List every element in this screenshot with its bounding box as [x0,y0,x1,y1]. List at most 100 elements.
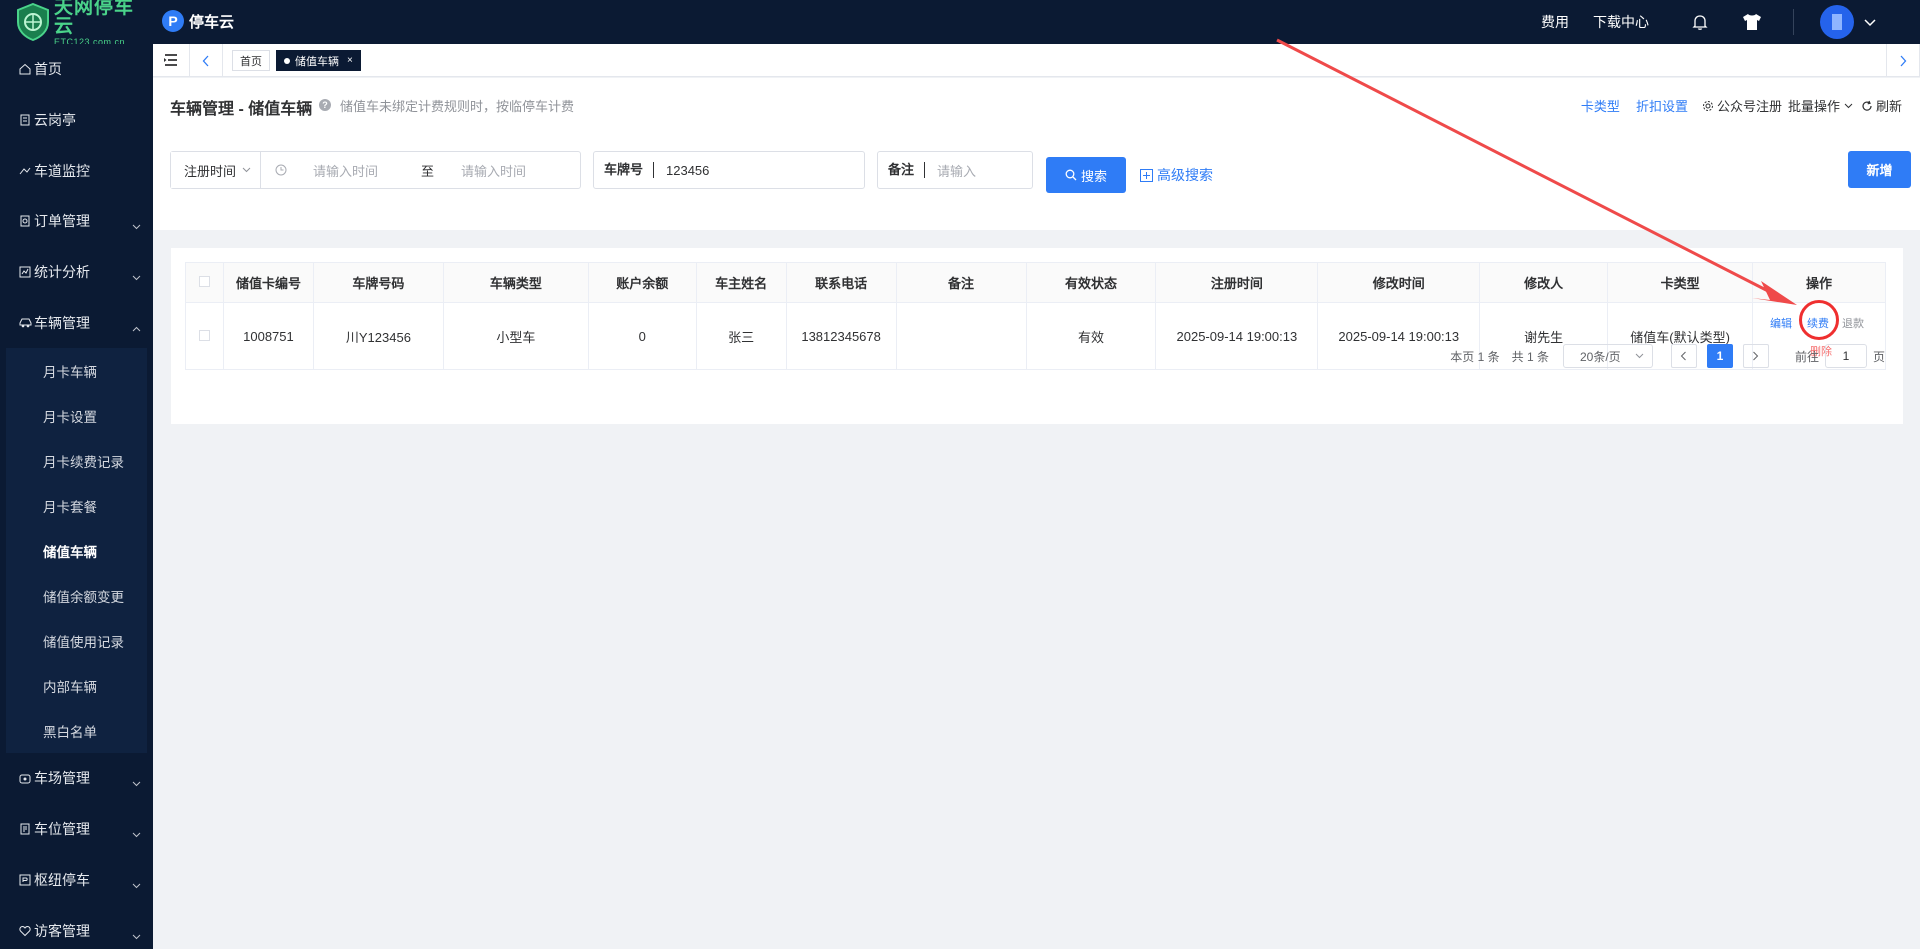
add-button[interactable]: 新增 [1848,151,1911,188]
sidebar-item-label: 枢纽停车 [34,871,90,888]
batch-operations-dropdown[interactable]: 批量操作 [1788,96,1853,115]
active-dot-icon [284,57,290,64]
edit-button[interactable]: 编辑 [1770,315,1792,331]
clock-icon [275,164,287,176]
pagination: 本页 1 条 共 1 条 20条/页 1 前往 1 页 [1450,344,1885,368]
col-status: 有效状态 [1025,262,1157,303]
col-remark: 备注 [895,262,1027,303]
top-bar: 天网停车云 ETC123.com.cn P 停车云 费用 下载中心 [0,0,1920,46]
sidebar-item-label: 车道监控 [34,162,90,179]
brand[interactable]: P 停车云 [162,10,234,32]
sidebar-item-orders[interactable]: 订单管理 [0,196,153,247]
sidebar-item-label: 订单管理 [34,213,90,230]
page-title: 车辆管理 - 储值车辆 [170,101,313,118]
sidebar-item-label: 车辆管理 [34,314,90,331]
parking-p-icon: P [162,10,184,32]
refund-button[interactable]: 退款 [1842,315,1864,331]
wechat-register-button[interactable]: 公众号注册 [1702,96,1782,115]
fee-link[interactable]: 费用 [1541,12,1569,32]
tab-label: 储值车辆 [295,55,339,68]
avatar[interactable] [1820,5,1854,39]
chevron-down-icon [132,825,141,841]
refresh-label: 刷新 [1875,99,1902,114]
sidebar-item-hub-parking[interactable]: 枢纽停车 [0,855,153,906]
search-button[interactable]: 搜索 [1046,157,1126,193]
row-checkbox[interactable] [185,302,224,370]
goto-label: 前往 [1794,349,1819,364]
download-center-link[interactable]: 下载中心 [1593,12,1649,32]
advanced-search-link[interactable]: 高级搜索 [1140,165,1213,185]
monitor-icon [18,164,32,178]
cell-plate: 川Y123456 [312,302,444,370]
start-time-input[interactable]: 请输入时间 [313,161,411,180]
sidebar-item-vehicle-management[interactable]: 车辆管理 [0,297,153,348]
goto-page-input[interactable]: 1 [1824,344,1867,368]
sidebar-item-label: 访客管理 [34,922,90,939]
tabs-scroll-right-icon[interactable] [1886,44,1920,77]
sidebar-item-parking-lot[interactable]: 车场管理 [0,753,153,804]
plus-square-icon [1140,168,1153,182]
plate-filter[interactable]: 车牌号 123456 [593,151,865,189]
next-page-button[interactable] [1742,344,1769,368]
logo[interactable]: 天网停车云 ETC123.com.cn [0,0,153,46]
tabs-bar: 首页 储值车辆 × [153,44,1920,77]
submenu-balance-changes[interactable]: 储值余额变更 [6,573,147,618]
card-type-link[interactable]: 卡类型 [1581,96,1620,115]
sidebar-item-home[interactable]: 首页 [0,44,153,95]
page-number-current[interactable]: 1 [1706,344,1733,368]
shirt-icon[interactable] [1741,11,1763,33]
booth-icon [18,113,32,127]
menu-toggle-icon[interactable] [163,52,179,68]
annotation-circle [1799,300,1840,340]
bell-icon[interactable] [1689,11,1711,33]
submenu-usage-records[interactable]: 储值使用记录 [6,618,147,663]
submenu-black-white-list[interactable]: 黑白名单 [6,708,147,753]
total-count-text: 共 1 条 [1511,349,1549,364]
col-phone: 联系电话 [785,262,897,303]
discount-settings-link[interactable]: 折扣设置 [1636,96,1688,115]
col-card-type: 卡类型 [1607,262,1754,303]
submenu-monthly-renewal-records[interactable]: 月卡续费记录 [6,438,147,483]
help-icon[interactable]: ? [319,99,331,111]
submenu-monthly-settings[interactable]: 月卡设置 [6,393,147,438]
search-icon [1065,169,1077,181]
sidebar: 首页 云岗亭 车道监控 订单管理 统计分析 车辆管理 月卡车辆 月卡设置 月卡续… [0,44,153,949]
sidebar-item-parking-spaces[interactable]: 车位管理 [0,804,153,855]
time-type-value: 注册时间 [184,163,237,179]
sidebar-item-label: 车位管理 [34,821,90,838]
select-all-checkbox[interactable] [185,262,224,303]
prev-page-button[interactable] [1670,344,1697,368]
time-type-select[interactable]: 注册时间 [171,152,261,188]
tab-home[interactable]: 首页 [232,50,270,71]
chevron-up-icon [132,319,141,335]
sidebar-item-label: 首页 [34,61,62,78]
col-plate: 车牌号码 [312,262,444,303]
page-size-select[interactable]: 20条/页 [1562,344,1653,368]
tabs-scroll-left-icon[interactable] [189,44,223,77]
submenu-monthly-vehicles[interactable]: 月卡车辆 [6,348,147,393]
remark-filter[interactable]: 备注 请输入 [877,151,1033,189]
close-icon[interactable]: × [347,55,353,66]
refresh-button[interactable]: 刷新 [1861,96,1902,115]
chevron-down-icon [132,927,141,943]
sidebar-item-cloud-booth[interactable]: 云岗亭 [0,95,153,146]
submenu-stored-value-vehicles[interactable]: 储值车辆 [6,528,147,573]
col-vehicle-type: 车辆类型 [442,262,589,303]
chevron-down-icon [132,217,141,233]
cell-card-no: 1008751 [222,302,314,370]
heart-icon [18,924,32,938]
sidebar-item-statistics[interactable]: 统计分析 [0,247,153,298]
plate-input[interactable]: 123456 [654,163,709,178]
sidebar-item-visitor-management[interactable]: 访客管理 [0,905,153,949]
remark-label: 备注 [878,162,926,178]
sidebar-item-lane-monitor[interactable]: 车道监控 [0,145,153,196]
end-time-input[interactable]: 请输入时间 [461,161,526,180]
submenu-internal-vehicles[interactable]: 内部车辆 [6,663,147,708]
remark-input[interactable]: 请输入 [925,161,976,180]
chevron-down-icon[interactable] [1864,14,1876,30]
range-separator: 至 [421,163,435,179]
brand-name: 停车云 [189,13,235,31]
chevron-down-icon [132,268,141,284]
submenu-monthly-packages[interactable]: 月卡套餐 [6,483,147,528]
tab-stored-value-vehicles[interactable]: 储值车辆 × [276,50,361,71]
